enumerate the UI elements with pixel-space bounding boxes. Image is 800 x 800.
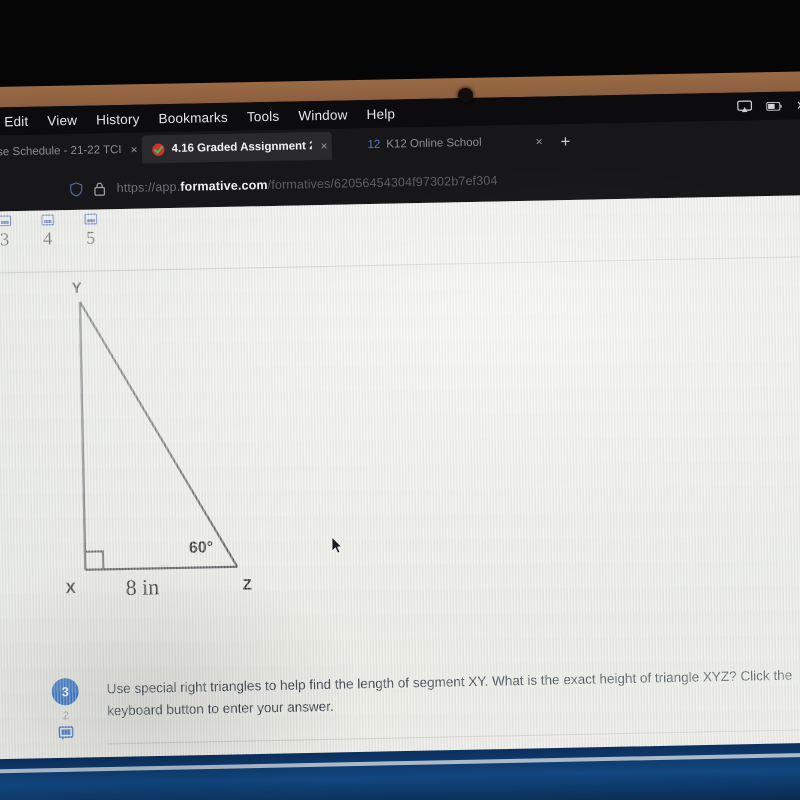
tab-label: 4.16 Graded Assignment 21-22: [171, 140, 312, 155]
new-tab-button[interactable]: +: [560, 131, 570, 150]
lock-icon[interactable]: [93, 181, 106, 196]
formative-page: 3 4 5 Y X Z 60° 8 in 3 2 Use special rig…: [0, 194, 800, 800]
vertex-label-x: X: [65, 579, 76, 598]
airplay-icon[interactable]: [737, 99, 753, 113]
question-points: 2: [62, 710, 69, 723]
triangle-figure: Y X Z 60° 8 in: [31, 276, 298, 641]
question-text: Use special right triangles to help find…: [106, 667, 793, 719]
vertex-label-z: Z: [242, 576, 252, 594]
base-length-label: 8 in: [125, 574, 160, 600]
vertex-label-y: Y: [71, 279, 82, 297]
menu-item-tools[interactable]: Tools: [247, 108, 280, 124]
question-block: 3 2 Use special right triangles to help …: [51, 663, 800, 800]
url-host: formative.com: [180, 178, 268, 194]
tab-badge: 12: [367, 138, 381, 152]
comment-flag-icon[interactable]: [58, 726, 74, 740]
menu-item-bookmarks[interactable]: Bookmarks: [158, 109, 228, 125]
question-nav-number: 3: [0, 229, 10, 250]
browser-tab-course-schedule[interactable]: urse Schedule - 21-22 TCI ×: [0, 136, 142, 167]
menu-item-help[interactable]: Help: [366, 106, 395, 122]
response-box-icon: [83, 213, 97, 225]
question-number-badge[interactable]: 3: [51, 677, 80, 706]
menu-item-history[interactable]: History: [96, 111, 140, 127]
question-nav-number: 5: [85, 227, 96, 248]
response-box-icon: [40, 214, 54, 226]
screenshot-photo: Edit View History Bookmarks Tools Window…: [0, 0, 800, 800]
tab-label: K12 Online School: [386, 136, 482, 151]
tab-close-icon[interactable]: ×: [535, 135, 542, 149]
url-scheme: https://app.: [116, 179, 181, 196]
battery-icon[interactable]: [766, 101, 782, 111]
menu-item-window[interactable]: Window: [298, 107, 348, 123]
bluetooth-icon[interactable]: [796, 98, 800, 112]
response-box-icon: [0, 215, 11, 227]
mouse-cursor-icon: [331, 536, 343, 554]
url-text: https://app.formative.com/formatives/620…: [116, 173, 497, 195]
browser-tab-graded-assignment[interactable]: 4.16 Graded Assignment 21-22 ×: [141, 131, 332, 164]
menu-bar-status-icons: [737, 91, 800, 121]
question-divider: [107, 727, 800, 745]
tab-label: urse Schedule - 21-22 TCI: [0, 143, 122, 159]
laptop-screen: Edit View History Bookmarks Tools Window…: [0, 90, 800, 800]
formative-favicon-icon: [151, 143, 165, 156]
shield-icon[interactable]: [69, 181, 83, 197]
question-nav-item-4[interactable]: 4: [25, 214, 70, 250]
webcam-icon: [458, 88, 473, 102]
menu-item-view[interactable]: View: [47, 112, 77, 128]
tab-close-icon[interactable]: ×: [320, 139, 327, 153]
question-nav-item-5[interactable]: 5: [68, 213, 113, 249]
tab-close-icon[interactable]: ×: [130, 143, 137, 157]
triangle-svg: [78, 301, 239, 571]
question-nav-number: 4: [42, 228, 53, 249]
menu-item-edit[interactable]: Edit: [4, 113, 28, 128]
url-path: /formatives/62056454304f97302b7ef304: [267, 173, 498, 193]
question-nav-divider: [0, 255, 800, 274]
angle-label: 60°: [188, 539, 214, 557]
browser-tab-k12-online-school[interactable]: 12 K12 Online School ×: [357, 127, 547, 159]
question-nav-item-3[interactable]: 3: [0, 215, 27, 251]
